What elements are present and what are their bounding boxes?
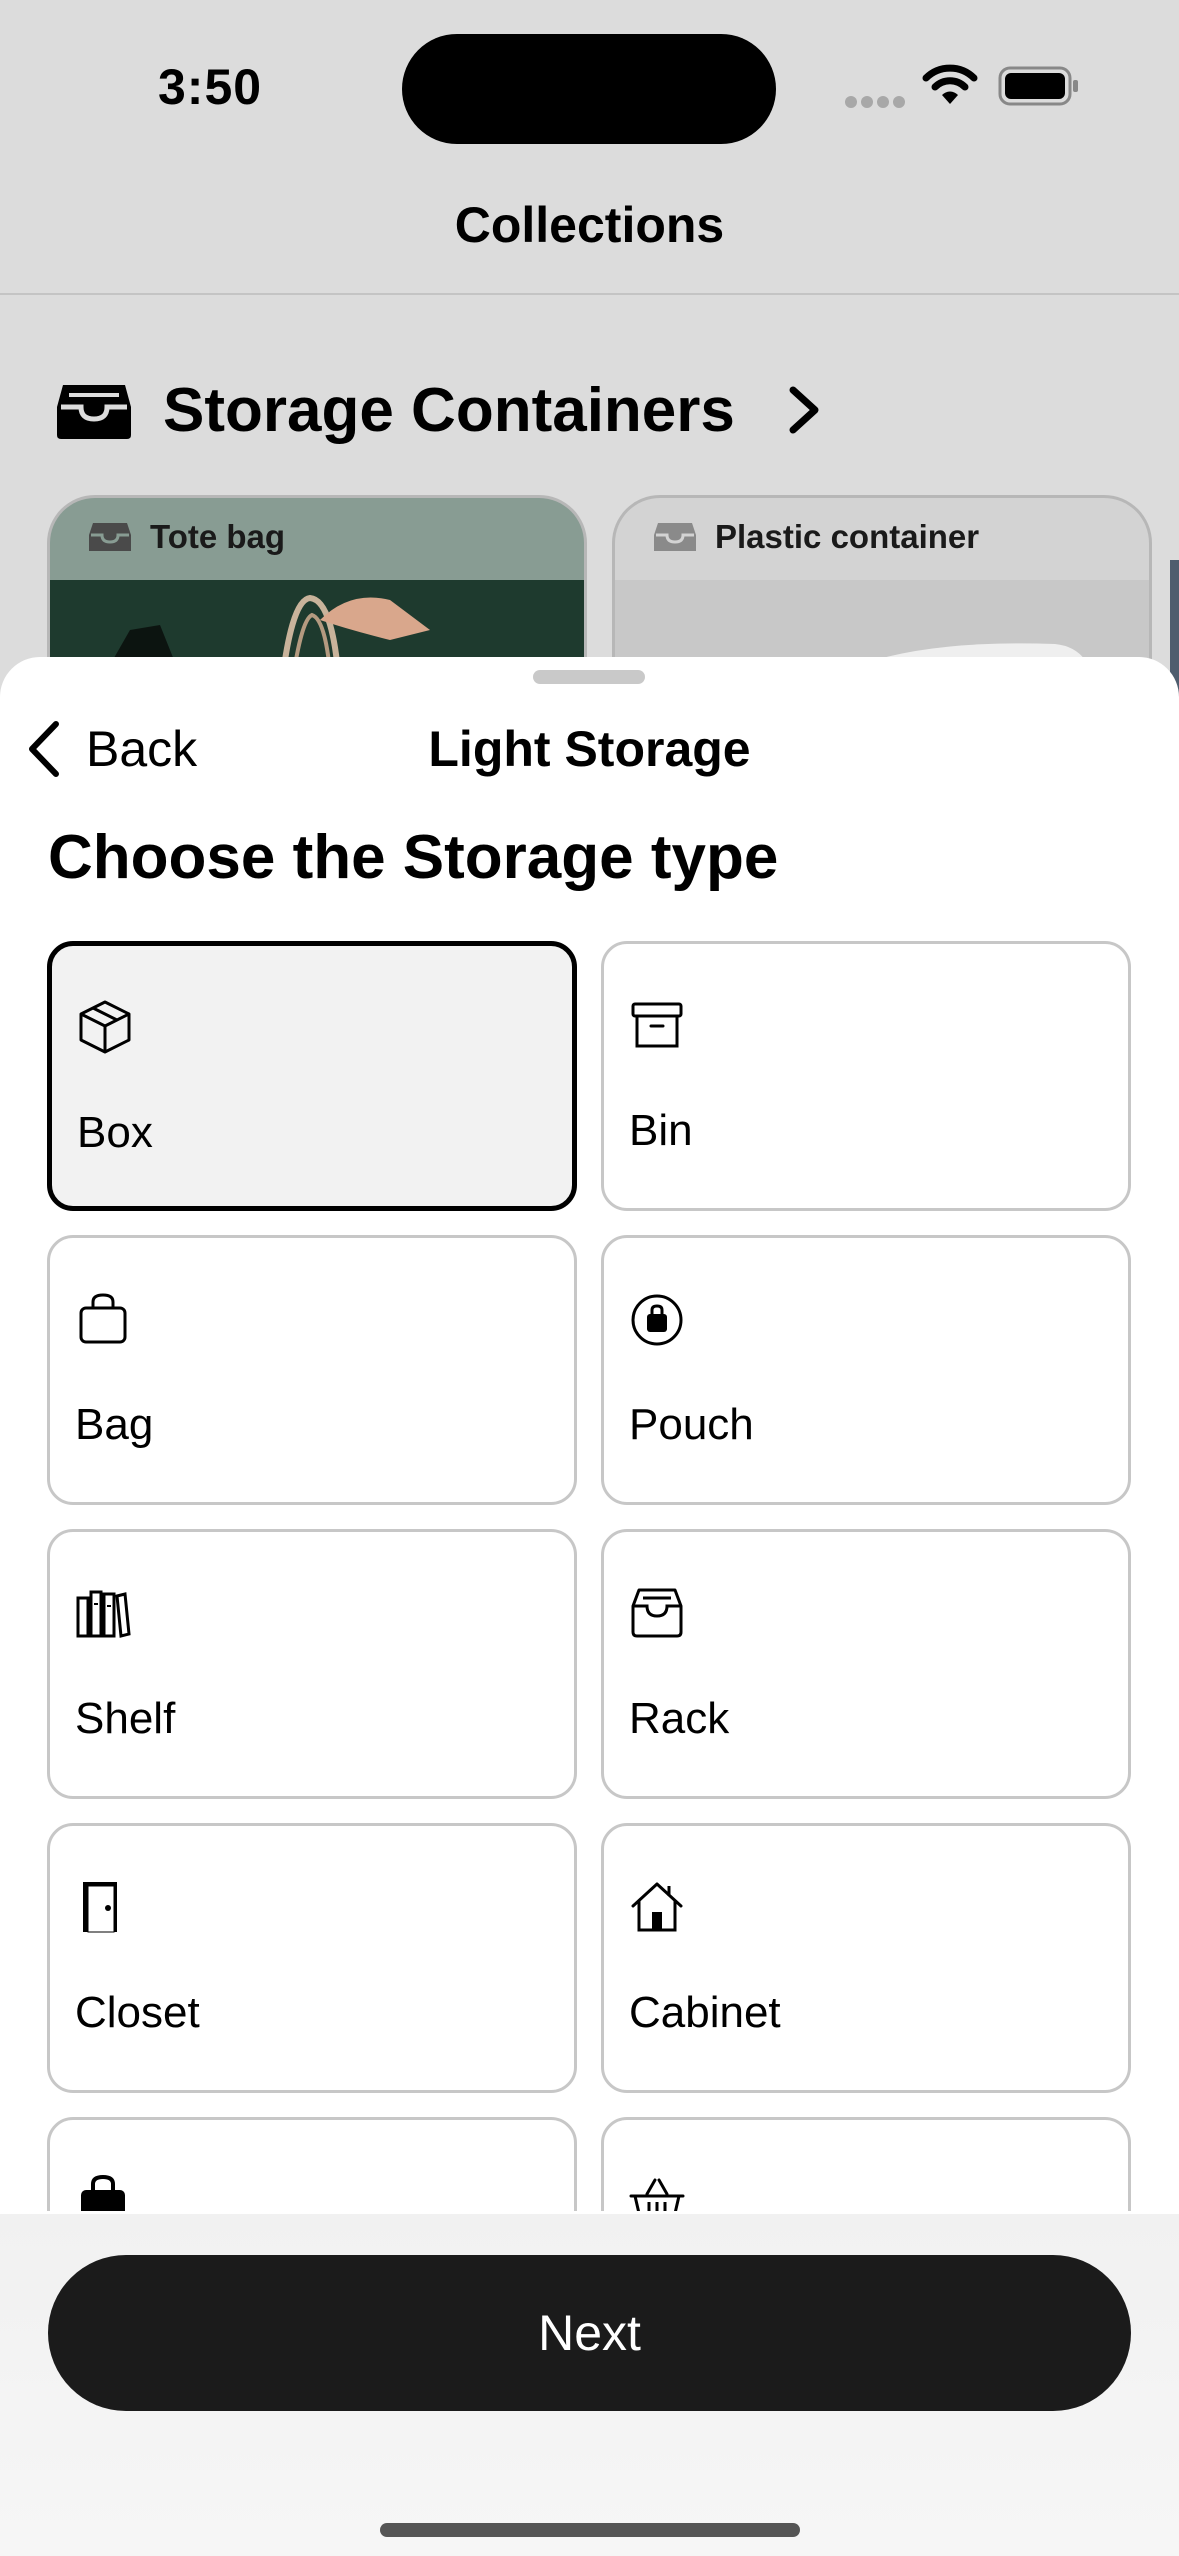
storage-type-grid: Box Bin Bag Pouch Shelf Rack Closet Cabi… — [47, 941, 1132, 2211]
battery-icon — [998, 66, 1078, 106]
wifi-icon — [922, 64, 978, 104]
door-icon — [83, 1882, 117, 1933]
option-pouch[interactable]: Pouch — [601, 1235, 1131, 1505]
section-title: Storage Containers — [163, 375, 735, 445]
option-closet[interactable]: Closet — [47, 1823, 577, 2093]
option-label: Rack — [629, 1694, 730, 1743]
pouch-icon — [631, 1294, 683, 1346]
tray-icon — [89, 523, 131, 551]
option-rack[interactable]: Rack — [601, 1529, 1131, 1799]
card-label: Plastic container — [715, 518, 980, 555]
option-basket[interactable] — [601, 2117, 1131, 2211]
back-label: Back — [86, 721, 198, 777]
option-label: Cabinet — [629, 1988, 781, 2037]
option-label: Closet — [75, 1988, 200, 2037]
option-label: Shelf — [75, 1694, 176, 1743]
bag-icon — [79, 1293, 127, 1344]
option-label: Bag — [75, 1400, 154, 1449]
status-time: 3:50 — [158, 59, 263, 115]
option-bag[interactable]: Bag — [47, 1235, 577, 1505]
dynamic-island — [402, 34, 776, 144]
prompt-heading: Choose the Storage type — [48, 823, 779, 892]
option-label: Bin — [629, 1106, 693, 1155]
option-label: Pouch — [629, 1400, 754, 1449]
tray-icon — [631, 1588, 683, 1638]
next-button[interactable]: Next — [48, 2255, 1131, 2411]
home-indicator[interactable] — [380, 2523, 800, 2537]
house-icon — [631, 1882, 683, 1932]
nav-divider — [0, 293, 1179, 295]
storage-containers-header[interactable]: Storage Containers — [55, 370, 821, 450]
storage-type-sheet: Back Light Storage Choose the Storage ty… — [0, 657, 1179, 2556]
option-luggage[interactable] — [47, 2117, 577, 2211]
nav-title: Collections — [454, 197, 725, 253]
status-bar: 3:50 — [0, 0, 1179, 170]
card-label: Tote bag — [150, 518, 286, 555]
back-button[interactable]: Back — [26, 709, 197, 789]
tray-icon — [654, 523, 696, 551]
archive-box-icon — [631, 1002, 683, 1048]
chevron-left-icon — [29, 721, 59, 777]
bag-filled-icon — [81, 2174, 125, 2211]
basket-icon — [629, 2178, 685, 2211]
books-shelf-icon — [76, 1590, 131, 1638]
option-bin[interactable]: Bin — [601, 941, 1131, 1211]
chevron-right-icon — [789, 386, 819, 434]
option-label: Box — [77, 1108, 153, 1157]
cube-box-icon — [79, 1000, 131, 1054]
option-box[interactable]: Box — [47, 941, 577, 1211]
option-shelf[interactable]: Shelf — [47, 1529, 577, 1799]
cellular-signal-icon — [845, 96, 905, 108]
tray-icon — [57, 385, 131, 439]
option-cabinet[interactable]: Cabinet — [601, 1823, 1131, 2093]
sheet-grabber[interactable] — [533, 670, 645, 684]
